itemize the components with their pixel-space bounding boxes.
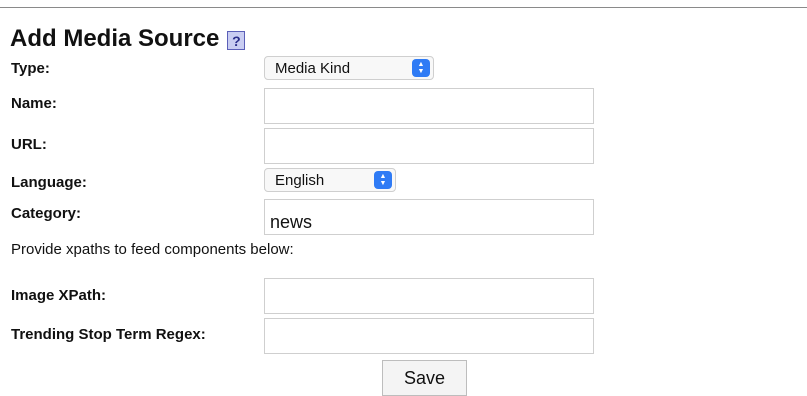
trending-regex-input[interactable]: [264, 318, 594, 354]
title-row: Add Media Source ?: [10, 24, 246, 54]
help-button[interactable]: ?: [227, 31, 246, 50]
name-label: Name:: [11, 95, 57, 112]
type-select[interactable]: Media Kind ▲ ▼: [264, 56, 434, 80]
top-divider: [0, 7, 807, 8]
chevron-up-down-icon: ▲ ▼: [412, 59, 430, 77]
image-xpath-input[interactable]: [264, 278, 594, 314]
save-button[interactable]: Save: [382, 360, 467, 396]
image-xpath-label: Image XPath:: [11, 287, 107, 304]
url-input[interactable]: [264, 128, 594, 164]
chevron-up-down-icon: ▲ ▼: [374, 171, 392, 189]
page-title: Add Media Source: [10, 25, 220, 52]
category-input[interactable]: [264, 199, 594, 235]
type-select-value: Media Kind: [275, 59, 351, 77]
trending-regex-label: Trending Stop Term Regex:: [11, 326, 206, 343]
url-label: URL:: [11, 136, 47, 153]
language-label: Language:: [11, 174, 87, 191]
xpath-instructions: Provide xpaths to feed components below:: [11, 241, 294, 258]
name-input[interactable]: [264, 88, 594, 124]
language-select-value: English: [275, 171, 325, 189]
language-select[interactable]: English ▲ ▼: [264, 168, 396, 192]
category-label: Category:: [11, 205, 82, 222]
type-label: Type:: [11, 60, 50, 77]
